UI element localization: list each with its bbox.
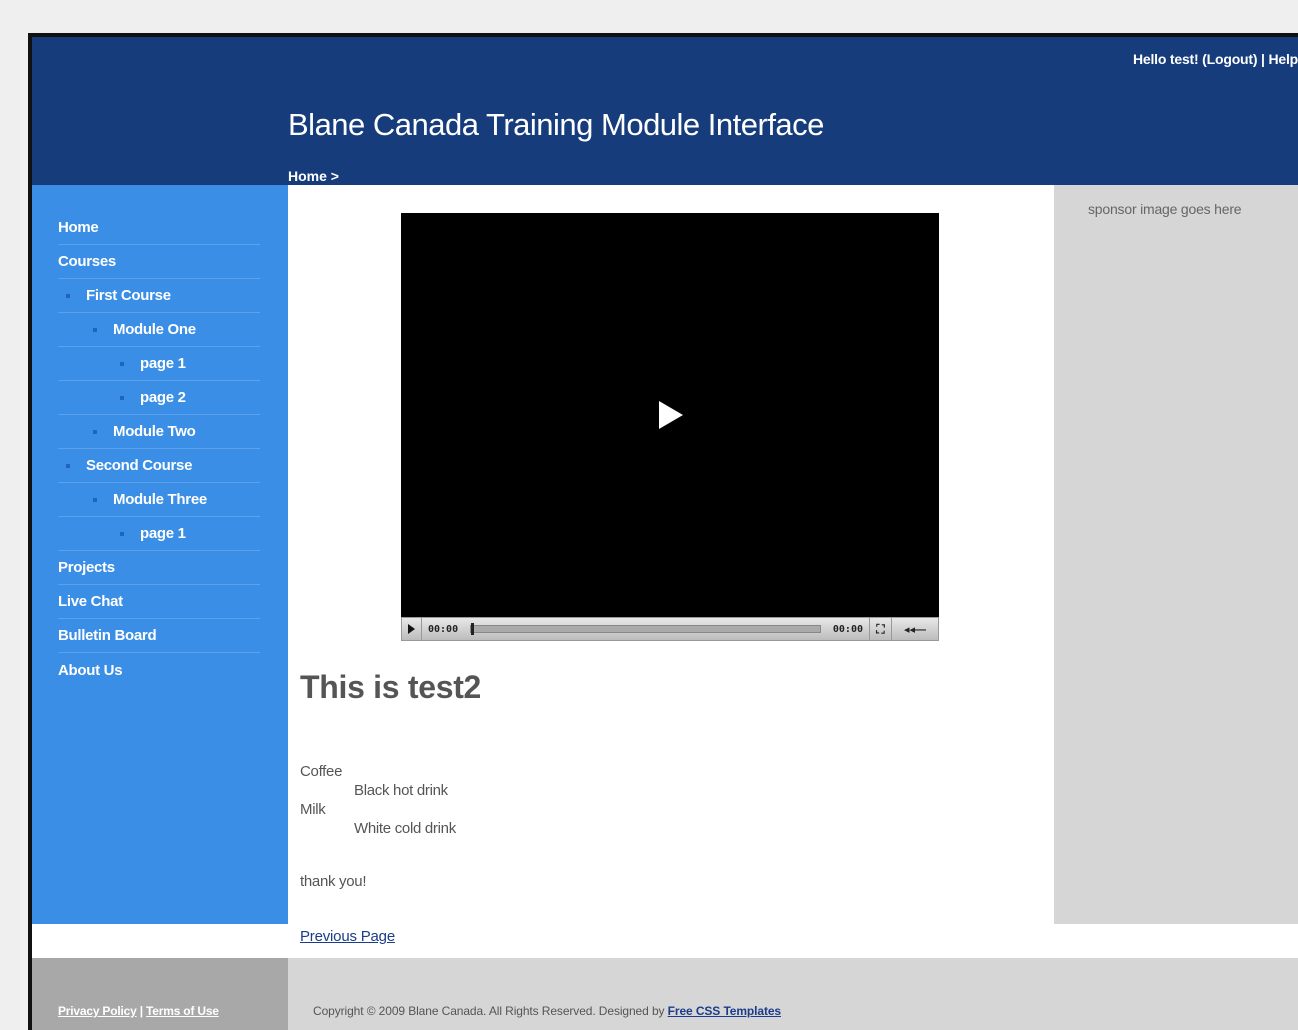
help-link[interactable]: Help bbox=[1268, 51, 1298, 67]
sidebar-item-label: Module Three bbox=[113, 491, 207, 508]
sidebar-item-label: page 1 bbox=[140, 355, 186, 372]
sidebar-item-module-three[interactable]: Module Three bbox=[58, 483, 260, 517]
sidebar-nav: Home Courses First Course Module One page 1 p… bbox=[32, 185, 288, 924]
bullet-icon bbox=[93, 429, 97, 434]
play-icon[interactable] bbox=[659, 401, 683, 429]
bullet-icon bbox=[66, 293, 70, 298]
sidebar-item-bulletin-board[interactable]: Bulletin Board bbox=[58, 619, 260, 653]
sidebar-item-projects[interactable]: Projects bbox=[58, 551, 260, 585]
volume-icon[interactable]: ◂◂— bbox=[892, 618, 938, 640]
sidebar-item-label: page 2 bbox=[140, 389, 186, 406]
thanks-text: thank you! bbox=[300, 873, 367, 890]
bullet-icon bbox=[120, 395, 124, 400]
bullet-icon bbox=[120, 361, 124, 366]
sidebar-item-second-course[interactable]: Second Course bbox=[58, 449, 260, 483]
definition-desc: Black hot drink bbox=[354, 782, 448, 799]
bullet-icon bbox=[93, 497, 97, 502]
seek-bar[interactable] bbox=[470, 623, 821, 635]
bullet-icon bbox=[120, 531, 124, 536]
sidebar-item-module-two[interactable]: Module Two bbox=[58, 415, 260, 449]
sidebar-item-label: Projects bbox=[58, 559, 115, 576]
sponsor-placeholder: sponsor image goes here bbox=[1088, 201, 1242, 217]
sidebar-item-first-course[interactable]: First Course bbox=[58, 279, 260, 313]
sidebar-item-label: Second Course bbox=[86, 457, 193, 474]
definition-term: Milk bbox=[300, 801, 326, 818]
seek-handle[interactable] bbox=[471, 623, 475, 635]
userbar-separator: | bbox=[1261, 51, 1265, 67]
sidebar-item-label: Live Chat bbox=[58, 593, 123, 610]
user-bar: Hello test! (Logout) | Help bbox=[1133, 51, 1298, 67]
footer-copyright-panel: Copyright © 2009 Blane Canada. All Right… bbox=[288, 958, 1298, 1030]
sidebar-item-label: First Course bbox=[86, 287, 171, 304]
sidebar-item-label: Home bbox=[58, 219, 99, 236]
sidebar-item-label: Module Two bbox=[113, 423, 196, 440]
fullscreen-icon[interactable]: ⛶ bbox=[870, 618, 892, 640]
sidebar-item-label: page 1 bbox=[140, 525, 186, 542]
privacy-policy-link[interactable]: Privacy Policy bbox=[58, 1004, 137, 1018]
sidebar-item-page-2[interactable]: page 2 bbox=[58, 381, 260, 415]
bullet-icon bbox=[93, 327, 97, 332]
video-player[interactable] bbox=[401, 213, 939, 617]
footer-separator: | bbox=[139, 1004, 143, 1018]
free-css-templates-link[interactable]: Free CSS Templates bbox=[668, 1004, 781, 1018]
sidebar-item-courses[interactable]: Courses bbox=[58, 245, 260, 279]
breadcrumb[interactable]: Home > bbox=[288, 168, 339, 184]
site-header: Hello test! (Logout) | Help Blane Canada… bbox=[32, 37, 1298, 185]
play-button[interactable] bbox=[402, 618, 422, 640]
sponsor-panel: sponsor image goes here bbox=[1054, 185, 1298, 924]
terms-of-use-link[interactable]: Terms of Use bbox=[146, 1004, 219, 1018]
browser-page: Hello test! (Logout) | Help Blane Canada… bbox=[28, 33, 1298, 1030]
total-time: 00:00 bbox=[827, 618, 870, 640]
sidebar-item-live-chat[interactable]: Live Chat bbox=[58, 585, 260, 619]
definition-desc: White cold drink bbox=[354, 820, 456, 837]
copyright-text: Copyright © 2009 Blane Canada. All Right… bbox=[313, 1004, 665, 1018]
greeting-text: Hello test! bbox=[1132, 51, 1199, 67]
bullet-icon bbox=[66, 463, 70, 468]
copyright: Copyright © 2009 Blane Canada. All Right… bbox=[313, 1004, 781, 1018]
sidebar-item-page-1[interactable]: page 1 bbox=[58, 347, 260, 381]
footer-links-panel: Privacy Policy | Terms of Use bbox=[32, 958, 288, 1030]
sidebar-item-about-us[interactable]: About Us bbox=[58, 653, 260, 687]
video-controls: 00:00 00:00 ⛶ ◂◂— bbox=[401, 617, 939, 641]
article-title: This is test2 bbox=[300, 669, 482, 705]
sidebar-item-label: About Us bbox=[58, 661, 123, 679]
site-title: Blane Canada Training Module Interface bbox=[288, 107, 824, 142]
sidebar-item-page-1[interactable]: page 1 bbox=[58, 517, 260, 551]
main-content: 00:00 00:00 ⛶ ◂◂— This is test2 Coffee B… bbox=[288, 185, 1054, 924]
sidebar-item-label: Bulletin Board bbox=[58, 627, 157, 644]
nav-list: Home Courses First Course Module One page 1 p… bbox=[32, 185, 288, 687]
sidebar-item-label: Module One bbox=[113, 321, 196, 338]
sidebar-item-module-one[interactable]: Module One bbox=[58, 313, 260, 347]
sidebar-item-label: Courses bbox=[58, 253, 116, 270]
previous-page-link[interactable]: Previous Page bbox=[300, 928, 395, 945]
sidebar-item-home[interactable]: Home bbox=[58, 211, 260, 245]
definition-list: Coffee Black hot drink Milk White cold d… bbox=[300, 762, 456, 838]
definition-term: Coffee bbox=[300, 763, 343, 780]
current-time: 00:00 bbox=[428, 623, 459, 635]
logout-link[interactable]: (Logout) bbox=[1202, 51, 1257, 67]
